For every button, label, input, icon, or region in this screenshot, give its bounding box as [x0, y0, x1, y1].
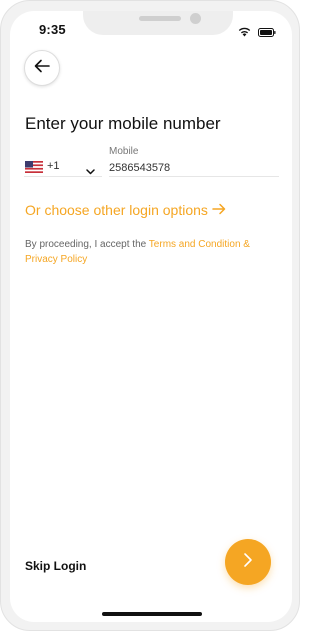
- arrow-right-icon: [212, 202, 226, 218]
- chevron-right-icon: [243, 552, 253, 573]
- skip-login-button[interactable]: Skip Login: [25, 559, 86, 573]
- other-login-options-link[interactable]: Or choose other login options: [25, 202, 226, 218]
- chevron-down-icon: [86, 162, 95, 180]
- back-button[interactable]: [24, 50, 60, 86]
- speaker-grille: [139, 16, 181, 21]
- dial-code: +1: [47, 160, 60, 172]
- terms-prefix: By proceeding, I accept the: [25, 239, 149, 250]
- country-code-selector[interactable]: +1: [24, 156, 102, 177]
- wifi-icon: [238, 24, 251, 42]
- next-button[interactable]: [225, 539, 271, 585]
- front-camera: [190, 13, 201, 24]
- terms-notice: By proceeding, I accept the Terms and Co…: [25, 237, 275, 267]
- device-frame: 9:35 Enter your mobile number +1 Mobile …: [0, 0, 300, 631]
- other-login-label: Or choose other login options: [25, 202, 208, 218]
- app-screen: 9:35 Enter your mobile number +1 Mobile …: [10, 11, 292, 622]
- page-title: Enter your mobile number: [25, 114, 221, 133]
- status-icons: [238, 24, 276, 42]
- status-time: 9:35: [39, 22, 66, 37]
- us-flag-icon: [25, 160, 43, 173]
- battery-icon: [258, 24, 276, 42]
- mobile-number-input[interactable]: [109, 160, 279, 177]
- arrow-left-icon: [34, 59, 50, 78]
- home-indicator: [102, 612, 202, 616]
- device-notch: [83, 11, 233, 35]
- mobile-field-label: Mobile: [109, 146, 139, 157]
